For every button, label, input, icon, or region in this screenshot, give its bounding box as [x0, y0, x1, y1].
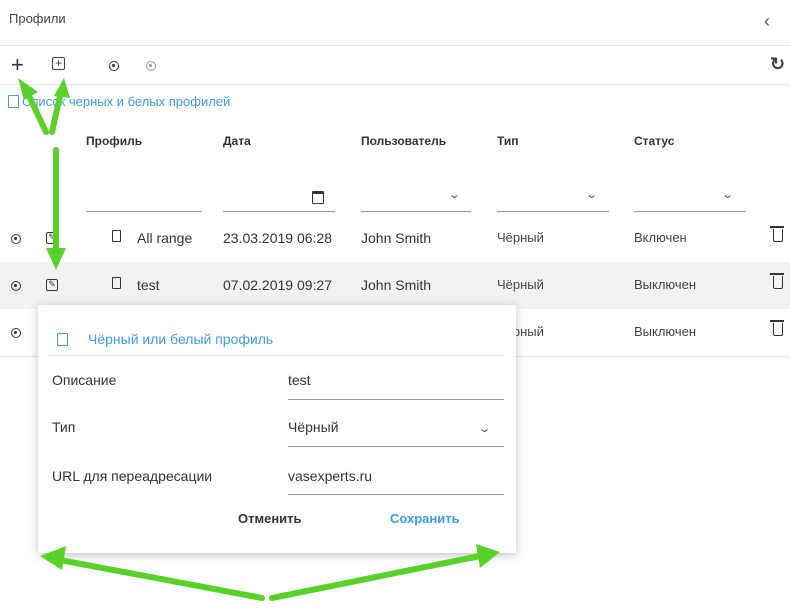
description-underline [288, 399, 504, 400]
add-group-button[interactable]: + [52, 57, 65, 70]
description-field[interactable]: test [288, 372, 311, 388]
table-row[interactable]: ✎ test 07.02.2019 09:27 John Smith Чёрны… [0, 262, 790, 309]
type-cell: Чёрный [497, 277, 544, 292]
status-cell: Включен [634, 230, 687, 245]
table-row[interactable]: ✎ All range 23.03.2019 06:28 John Smith … [0, 215, 790, 262]
document-icon [57, 333, 68, 346]
redirect-url-field[interactable]: vasexperts.ru [288, 468, 372, 484]
profile-dialog: Чёрный или белый профиль Описание test Т… [38, 305, 516, 553]
edit-icon[interactable]: ✎ [46, 279, 58, 291]
status-filter-select[interactable] [634, 211, 746, 212]
user-cell: John Smith [361, 230, 432, 246]
column-header-profile[interactable]: Профиль [86, 134, 142, 148]
user-cell: John Smith [361, 277, 432, 293]
redirect-url-label: URL для переадресации [52, 468, 213, 484]
user-filter-select[interactable] [361, 211, 471, 212]
toggle-icon[interactable] [11, 281, 21, 291]
dialog-title: Чёрный или белый профиль [88, 331, 274, 347]
cancel-button[interactable]: Отменить [238, 511, 302, 526]
type-underline [288, 446, 504, 447]
toggle-icon[interactable] [11, 234, 21, 244]
add-profile-button[interactable]: + [11, 54, 24, 76]
chevron-down-icon[interactable]: ⌄ [585, 188, 598, 201]
profiles-list-link[interactable]: Список черных и белых профилей [22, 94, 230, 109]
column-header-status[interactable]: Статус [634, 134, 674, 148]
collapse-panel-icon[interactable]: ‹ [764, 12, 770, 30]
type-label: Тип [52, 419, 76, 435]
trash-icon[interactable] [770, 226, 784, 242]
column-header-type[interactable]: Тип [497, 134, 519, 148]
type-filter-select[interactable] [497, 211, 609, 212]
annotation-arrow [269, 553, 483, 601]
divider [0, 45, 790, 46]
redirect-url-underline [288, 494, 504, 495]
document-icon [8, 95, 19, 108]
profile-cell: test [137, 277, 160, 293]
profile-cell: All range [137, 230, 193, 246]
document-icon [112, 277, 121, 289]
trash-icon[interactable] [770, 320, 784, 336]
chevron-down-icon[interactable]: ⌄ [721, 188, 734, 201]
divider [48, 355, 504, 356]
edit-icon[interactable]: ✎ [46, 232, 58, 244]
chevron-down-icon[interactable]: ⌄ [448, 188, 461, 201]
save-button[interactable]: Сохранить [390, 511, 460, 526]
trash-icon[interactable] [770, 273, 784, 289]
status-cell: Выключен [634, 277, 697, 292]
annotation-arrow [57, 557, 265, 601]
date-cell: 23.03.2019 06:28 [223, 230, 332, 246]
chevron-down-icon[interactable]: ⌄ [478, 422, 491, 435]
calendar-icon[interactable] [312, 191, 324, 204]
divider [0, 84, 790, 85]
disable-icon[interactable] [146, 61, 156, 71]
description-label: Описание [52, 372, 117, 388]
enable-icon[interactable] [109, 61, 119, 71]
refresh-icon[interactable]: ↻ [770, 55, 785, 73]
column-header-date[interactable]: Дата [223, 134, 251, 148]
panel-title: Профили [9, 11, 66, 26]
document-icon [112, 230, 121, 242]
type-select[interactable]: Чёрный [288, 419, 339, 435]
toggle-icon[interactable] [11, 328, 21, 338]
column-header-user[interactable]: Пользователь [361, 134, 446, 148]
type-cell: Чёрный [497, 230, 544, 245]
date-filter-input[interactable] [223, 211, 335, 212]
profile-filter-input[interactable] [86, 211, 202, 212]
date-cell: 07.02.2019 09:27 [223, 277, 332, 293]
status-cell: Выключен [634, 324, 697, 339]
